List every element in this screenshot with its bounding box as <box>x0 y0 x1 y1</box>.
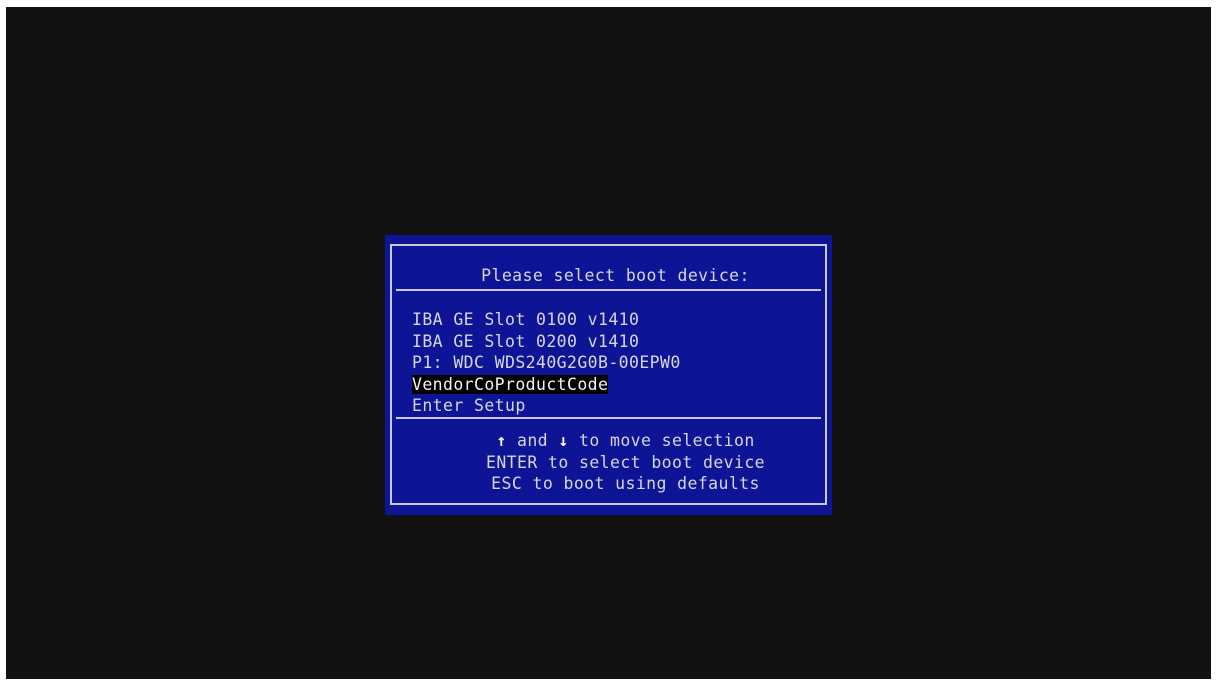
bios-screen: Please select boot device: IBA GE Slot 0… <box>6 7 1211 679</box>
enter-setup-label: Enter Setup <box>412 396 526 415</box>
boot-device-label: VendorCoProductCode <box>412 374 609 394</box>
enter-setup-item[interactable]: Enter Setup <box>412 395 681 417</box>
boot-device-label: IBA GE Slot 0200 v1410 <box>412 331 640 351</box>
help-and-text: and <box>506 431 559 450</box>
help-text: ↑ and ↓ to move selection ENTER to selec… <box>392 430 825 495</box>
boot-device-list: IBA GE Slot 0100 v1410 IBA GE Slot 0200 … <box>412 309 681 417</box>
help-move-text: to move selection <box>568 431 755 450</box>
boot-device-item[interactable]: IBA GE Slot 0200 v1410 <box>412 331 681 353</box>
boot-device-item-selected[interactable]: VendorCoProductCode <box>412 374 681 396</box>
help-line-move: ↑ and ↓ to move selection <box>426 430 825 452</box>
help-divider <box>396 417 821 419</box>
title-divider <box>396 289 821 291</box>
dialog-title: Please select boot device: <box>481 266 750 285</box>
help-line-enter: ENTER to select boot device <box>485 452 765 472</box>
boot-device-item[interactable]: IBA GE Slot 0100 v1410 <box>412 309 681 331</box>
boot-device-label: P1: WDC WDS240G2G0B-00EPW0 <box>412 353 681 372</box>
dialog-frame: Please select boot device: IBA GE Slot 0… <box>390 244 827 505</box>
up-arrow-icon: ↑ <box>496 431 507 450</box>
boot-device-item[interactable]: P1: WDC WDS240G2G0B-00EPW0 <box>412 352 681 374</box>
help-line-esc: ESC to boot using defaults <box>491 474 760 493</box>
down-arrow-icon: ↓ <box>558 431 569 450</box>
boot-menu-dialog: Please select boot device: IBA GE Slot 0… <box>385 235 832 515</box>
boot-device-label: IBA GE Slot 0100 v1410 <box>412 310 640 329</box>
